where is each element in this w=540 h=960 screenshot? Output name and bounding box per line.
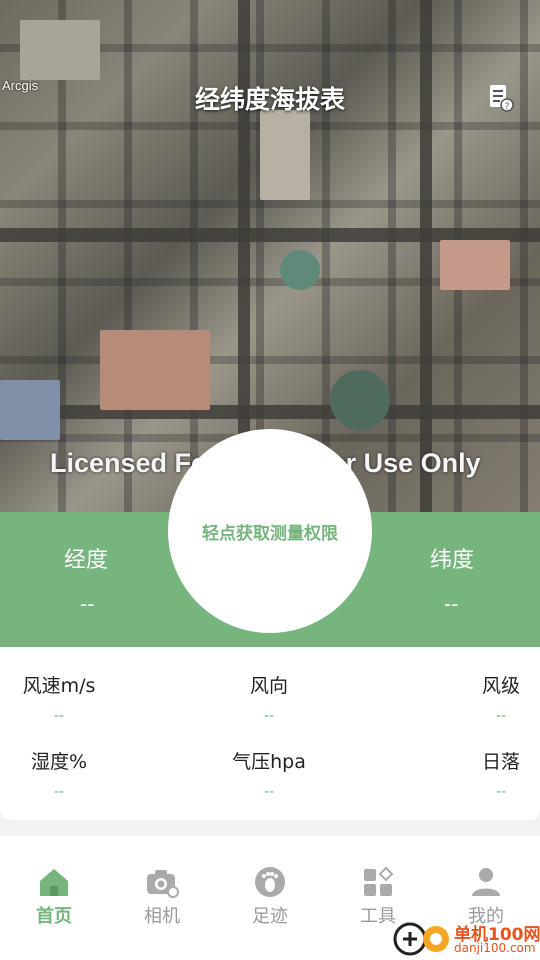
weather-label: 风向 <box>249 675 288 697</box>
weather-item-wind-speed: 风速m/s -- <box>18 671 100 724</box>
weather-label: 风速m/s <box>22 675 96 697</box>
tab-label: 足迹 <box>252 906 288 927</box>
weather-label: 气压hpa <box>232 751 306 773</box>
longitude-label: 经度 <box>64 548 109 573</box>
svg-text:?: ? <box>505 102 510 112</box>
tab-footprint[interactable]: 足迹 <box>235 866 305 928</box>
map-building <box>260 110 310 200</box>
map-road <box>420 0 432 512</box>
tab-label: 首页 <box>36 906 72 927</box>
weather-label: 湿度% <box>30 751 88 773</box>
weather-item-wind-level: 风级 -- <box>470 671 532 724</box>
map-road <box>0 405 540 419</box>
latitude-label: 纬度 <box>430 548 475 573</box>
tab-label: 相机 <box>144 906 180 927</box>
page-title: 经纬度海拔表 <box>194 85 345 114</box>
document-help-icon[interactable]: ? <box>488 84 514 112</box>
danji-watermark-logo: 单机100网 danji100.com <box>392 918 540 960</box>
weather-value: -- <box>53 784 65 800</box>
map-building <box>100 330 210 410</box>
tab-home[interactable]: 首页 <box>19 866 89 928</box>
measure-permission-label: 轻点获取测量权限 <box>202 523 338 544</box>
weather-item-sunset: 日落 -- <box>470 747 532 800</box>
weather-label: 风级 <box>481 675 520 697</box>
map-building <box>280 250 320 290</box>
weather-item-humidity: 湿度% -- <box>18 747 100 800</box>
map-building <box>330 370 390 430</box>
weather-value: -- <box>263 784 275 800</box>
footprint-icon <box>255 867 285 897</box>
camera-icon <box>147 870 179 898</box>
map-building <box>0 380 60 440</box>
latitude-value: -- <box>444 592 459 616</box>
measure-permission-button[interactable]: 轻点获取测量权限 <box>168 429 372 633</box>
tab-camera[interactable]: 相机 <box>127 866 197 928</box>
home-icon <box>40 869 68 896</box>
longitude-value: -- <box>80 592 95 616</box>
map-building <box>440 240 510 290</box>
weather-value: -- <box>495 784 507 800</box>
danji-logo-icon <box>393 922 449 956</box>
weather-value: -- <box>263 708 275 724</box>
map-building <box>20 20 100 80</box>
weather-value: -- <box>495 708 507 724</box>
tools-icon <box>364 866 394 896</box>
user-icon <box>472 868 500 896</box>
weather-label: 日落 <box>481 751 520 773</box>
danji-logo-url: danji100.com <box>454 941 536 955</box>
weather-value: -- <box>53 708 65 724</box>
weather-item-wind-direction: 风向 -- <box>230 671 308 724</box>
weather-panel: 风速m/s -- 风向 -- 风级 -- 湿度% -- 气压hpa -- 日落 … <box>0 647 540 820</box>
weather-item-pressure: 气压hpa -- <box>222 747 316 800</box>
